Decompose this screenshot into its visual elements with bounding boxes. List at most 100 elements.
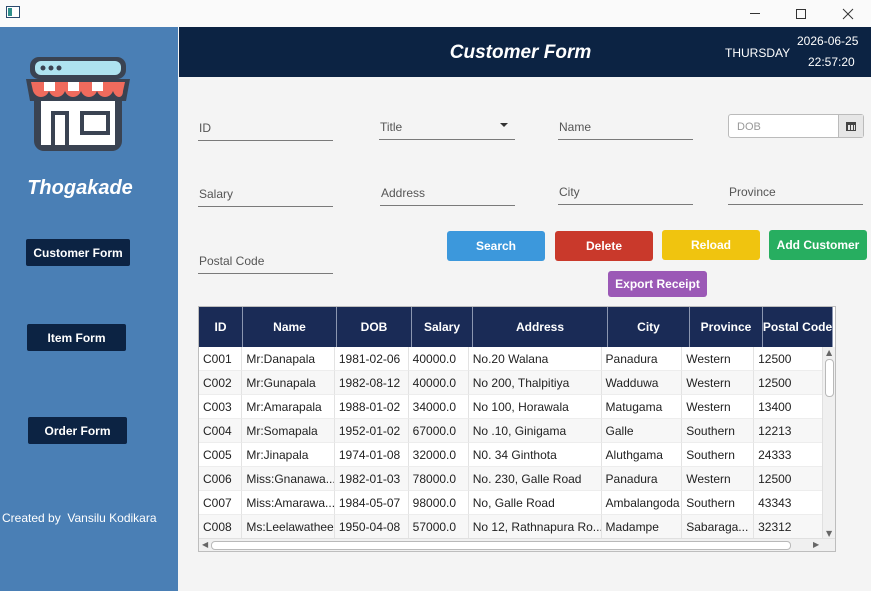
province-field[interactable]: Province [728, 181, 863, 205]
maximize-button[interactable] [778, 0, 824, 27]
scroll-left-icon[interactable]: ◀ [202, 540, 208, 549]
table-cell: Miss:Amarawa... [242, 491, 335, 515]
table-cell: 1950-04-08 [334, 515, 409, 539]
table-row[interactable]: C004 Mr:Somapala 1952-01-02 67000.0 No .10, … [199, 419, 824, 443]
column-header[interactable]: Province [690, 307, 763, 347]
name-field[interactable]: Name [558, 116, 693, 140]
column-header[interactable]: City [608, 307, 690, 347]
table-row[interactable]: C002 Mr:Gunapala 1982-08-12 40000.0 No 200, … [199, 371, 824, 395]
table-cell: Mr:Gunapala [242, 371, 335, 395]
table-cell: No 200, Thalpitiya [468, 371, 602, 395]
customer-form-nav-button[interactable]: Customer Form [26, 239, 130, 266]
export-receipt-button[interactable]: Export Receipt [608, 271, 707, 297]
table-cell: C001 [199, 347, 243, 371]
vertical-scroll-thumb[interactable] [825, 359, 834, 397]
table-row[interactable]: C005 Mr:Jinapala 1974-01-08 32000.0 N0. 34 G… [199, 443, 824, 467]
time-label: 22:57:20 [808, 55, 855, 69]
table-row[interactable]: C003 Mr:Amarapala 1988-01-02 34000.0 No 100,… [199, 395, 824, 419]
city-field[interactable]: City [558, 181, 693, 205]
table-cell: No, Galle Road [468, 491, 602, 515]
table-cell: Western [682, 347, 755, 371]
day-label: THURSDAY [725, 46, 791, 60]
table-cell: Aluthgama [601, 443, 683, 467]
search-button[interactable]: Search [447, 231, 545, 261]
table-cell: 12213 [754, 419, 824, 443]
table-cell: 32312 [754, 515, 824, 539]
column-header[interactable]: Address [473, 307, 608, 347]
close-icon [842, 8, 854, 19]
postal-code-field[interactable]: Postal Code [198, 250, 333, 274]
maximize-icon [796, 8, 806, 19]
table-cell: No 12, Rathnapura Ro... [468, 515, 602, 539]
table-cell: No .10, Ginigama [468, 419, 602, 443]
close-button[interactable] [825, 0, 871, 27]
table-cell: Wadduwa [601, 371, 683, 395]
table-cell: 12500 [754, 371, 824, 395]
table-cell: Mr:Somapala [242, 419, 335, 443]
table-cell: No 100, Horawala [468, 395, 602, 419]
minimize-button[interactable] [732, 0, 778, 27]
table-cell: Panadura [601, 467, 683, 491]
add-customer-button[interactable]: Add Customer [769, 230, 867, 260]
reload-button[interactable]: Reload [662, 230, 760, 260]
scroll-up-icon[interactable]: ▲ [826, 348, 832, 357]
horizontal-scrollbar[interactable]: ◀ ▶ [199, 538, 835, 551]
table-cell: C003 [199, 395, 243, 419]
address-field[interactable]: Address [380, 182, 515, 206]
table-row[interactable]: C006 Miss:Gnanawa... 1982-01-03 78000.0 No. … [199, 467, 824, 491]
vertical-scrollbar[interactable]: ▲ ▼ [822, 347, 835, 539]
table-cell: 1981-02-06 [334, 347, 409, 371]
table-cell: Sabaraga... [682, 515, 755, 539]
table-cell: 78000.0 [408, 467, 469, 491]
table-cell: 40000.0 [408, 347, 469, 371]
credit-text: Created by Vansilu Kodikara [2, 511, 157, 525]
calendar-button[interactable] [838, 115, 863, 137]
title-bar [0, 0, 871, 27]
table-row[interactable]: C008 Ms:Leelawathee 1950-04-08 57000.0 No 12… [199, 515, 824, 539]
column-header[interactable]: Salary [412, 307, 473, 347]
horizontal-scroll-thumb[interactable] [211, 541, 791, 550]
table-cell: N0. 34 Ginthota [468, 443, 602, 467]
table-cell: 34000.0 [408, 395, 469, 419]
table-body: C001 Mr:Danapala 1981-02-06 40000.0 No.20 Wa… [199, 347, 824, 539]
table-cell: Western [682, 467, 755, 491]
table-cell: 12500 [754, 467, 824, 491]
table-cell: 12500 [754, 347, 824, 371]
id-field[interactable]: ID [198, 117, 333, 141]
salary-placeholder: Salary [199, 187, 234, 201]
page-header: Customer Form THURSDAY 2026-06-25 22:57:… [179, 27, 871, 77]
table-row[interactable]: C007 Miss:Amarawa... 1984-05-07 98000.0 No, … [199, 491, 824, 515]
table-cell: C007 [199, 491, 243, 515]
table-cell: Southern [682, 443, 755, 467]
table-cell: 57000.0 [408, 515, 469, 539]
column-header[interactable]: DOB [337, 307, 412, 347]
table-cell: No. 230, Galle Road [468, 467, 602, 491]
table-cell: Matugama [601, 395, 683, 419]
id-placeholder: ID [199, 121, 211, 135]
table-cell: Western [682, 371, 755, 395]
table-cell: Miss:Gnanawa... [242, 467, 335, 491]
order-form-nav-button[interactable]: Order Form [28, 417, 127, 444]
title-select[interactable]: Title [379, 116, 515, 140]
table-row[interactable]: C001 Mr:Danapala 1981-02-06 40000.0 No.20 Wa… [199, 347, 824, 371]
calendar-icon [846, 121, 856, 131]
table-cell: 1952-01-02 [334, 419, 409, 443]
salary-field[interactable]: Salary [198, 183, 333, 207]
dob-date-picker[interactable]: DOB [728, 114, 864, 138]
column-header[interactable]: Name [243, 307, 337, 347]
item-form-nav-button[interactable]: Item Form [27, 324, 126, 351]
table-cell: 13400 [754, 395, 824, 419]
scroll-down-icon[interactable]: ▼ [826, 529, 832, 538]
postal-code-placeholder: Postal Code [199, 254, 265, 268]
title-placeholder: Title [380, 120, 403, 134]
scroll-right-icon[interactable]: ▶ [813, 540, 819, 549]
column-header[interactable]: Postal Code [763, 307, 833, 347]
table-cell: Mr:Jinapala [242, 443, 335, 467]
delete-button[interactable]: Delete [555, 231, 653, 261]
date-label: 2026-06-25 [797, 34, 859, 48]
table-cell: 43343 [754, 491, 824, 515]
app-window: Thogakade Customer Form Item Form Order … [0, 0, 871, 591]
table-cell: Western [682, 395, 755, 419]
brand-title: Thogakade [27, 177, 133, 199]
column-header[interactable]: ID [199, 307, 243, 347]
